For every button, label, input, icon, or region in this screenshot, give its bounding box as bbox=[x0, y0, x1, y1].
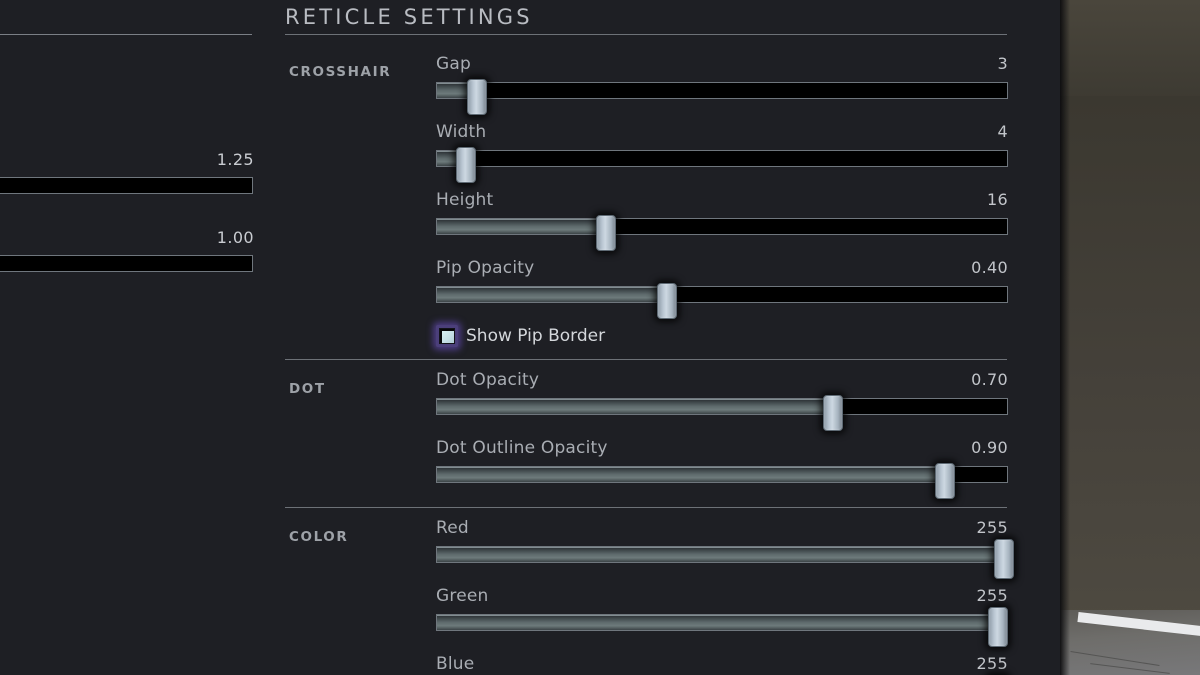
slider-fill bbox=[437, 219, 604, 234]
row-label: Blue bbox=[436, 654, 475, 674]
row-value: 0.40 bbox=[971, 258, 1008, 277]
row-label: Width bbox=[436, 122, 487, 142]
slider-dot-outline-opacity[interactable] bbox=[436, 463, 1008, 499]
slider-handle[interactable] bbox=[467, 79, 487, 115]
left-section-divider bbox=[0, 34, 252, 35]
title-divider bbox=[285, 34, 1007, 35]
row-value: 16 bbox=[987, 190, 1008, 209]
row-label: Dot Outline Opacity bbox=[436, 438, 608, 458]
settings-menu-panel: 1.25 1.00 RETICLE SETTINGS CROSSHAIR Gap… bbox=[0, 0, 1060, 675]
slider-handle[interactable] bbox=[823, 395, 843, 431]
row-value: 0.90 bbox=[971, 438, 1008, 457]
slider-dot-opacity[interactable] bbox=[436, 395, 1008, 431]
row-value: 3 bbox=[997, 54, 1008, 73]
scene-upper-wall bbox=[1060, 0, 1200, 100]
scene-mid-wall bbox=[1060, 96, 1200, 626]
row-label: Gap bbox=[436, 54, 471, 74]
slider-handle[interactable] bbox=[988, 607, 1008, 647]
checkbox-box[interactable] bbox=[439, 328, 455, 344]
row-value: 0.70 bbox=[971, 370, 1008, 389]
slider-fill bbox=[437, 547, 1003, 562]
row-label: Red bbox=[436, 518, 469, 538]
scene-edge-shadow bbox=[1060, 0, 1070, 675]
slider-handle[interactable] bbox=[935, 463, 955, 499]
left-slider-value: 1.00 bbox=[216, 228, 254, 247]
left-slider-track[interactable] bbox=[0, 177, 253, 194]
section-label-color: COLOR bbox=[289, 529, 349, 545]
slider-fill bbox=[437, 287, 665, 302]
row-value: 255 bbox=[976, 518, 1008, 537]
section-divider-color bbox=[285, 507, 1007, 508]
row-label: Pip Opacity bbox=[436, 258, 535, 278]
row-label: Height bbox=[436, 190, 494, 210]
row-value: 4 bbox=[997, 122, 1008, 141]
left-slider-value: 1.25 bbox=[216, 150, 254, 169]
checkbox-label: Show Pip Border bbox=[466, 326, 606, 346]
row-label: Green bbox=[436, 586, 489, 606]
slider-red[interactable] bbox=[436, 539, 1014, 579]
slider-gap[interactable] bbox=[436, 79, 1008, 115]
slider-width[interactable] bbox=[436, 147, 1008, 183]
page-title: RETICLE SETTINGS bbox=[285, 5, 533, 29]
slider-handle[interactable] bbox=[596, 215, 616, 251]
row-value: 255 bbox=[976, 654, 1008, 673]
slider-height[interactable] bbox=[436, 215, 1008, 251]
slider-track[interactable] bbox=[436, 150, 1008, 167]
section-label-dot: DOT bbox=[289, 381, 326, 397]
slider-fill bbox=[437, 467, 943, 482]
slider-track[interactable] bbox=[436, 82, 1008, 99]
app-root: 1.25 1.00 RETICLE SETTINGS CROSSHAIR Gap… bbox=[0, 0, 1200, 675]
slider-fill bbox=[437, 399, 831, 414]
reticle-settings-column: RETICLE SETTINGS CROSSHAIR Gap 3 Width 4 bbox=[268, 0, 1060, 675]
game-viewport bbox=[1060, 0, 1200, 675]
row-value: 255 bbox=[976, 586, 1008, 605]
section-label-crosshair: CROSSHAIR bbox=[289, 64, 392, 80]
slider-fill bbox=[437, 615, 997, 630]
slider-green[interactable] bbox=[436, 607, 1008, 647]
left-slider-track[interactable] bbox=[0, 255, 253, 272]
check-icon bbox=[442, 331, 454, 343]
slider-handle[interactable] bbox=[994, 539, 1014, 579]
slider-handle[interactable] bbox=[657, 283, 677, 319]
left-settings-column: 1.25 1.00 bbox=[0, 0, 268, 675]
slider-pip-opacity[interactable] bbox=[436, 283, 1008, 319]
row-label: Dot Opacity bbox=[436, 370, 540, 390]
slider-handle[interactable] bbox=[456, 147, 476, 183]
section-divider-dot bbox=[285, 359, 1007, 360]
